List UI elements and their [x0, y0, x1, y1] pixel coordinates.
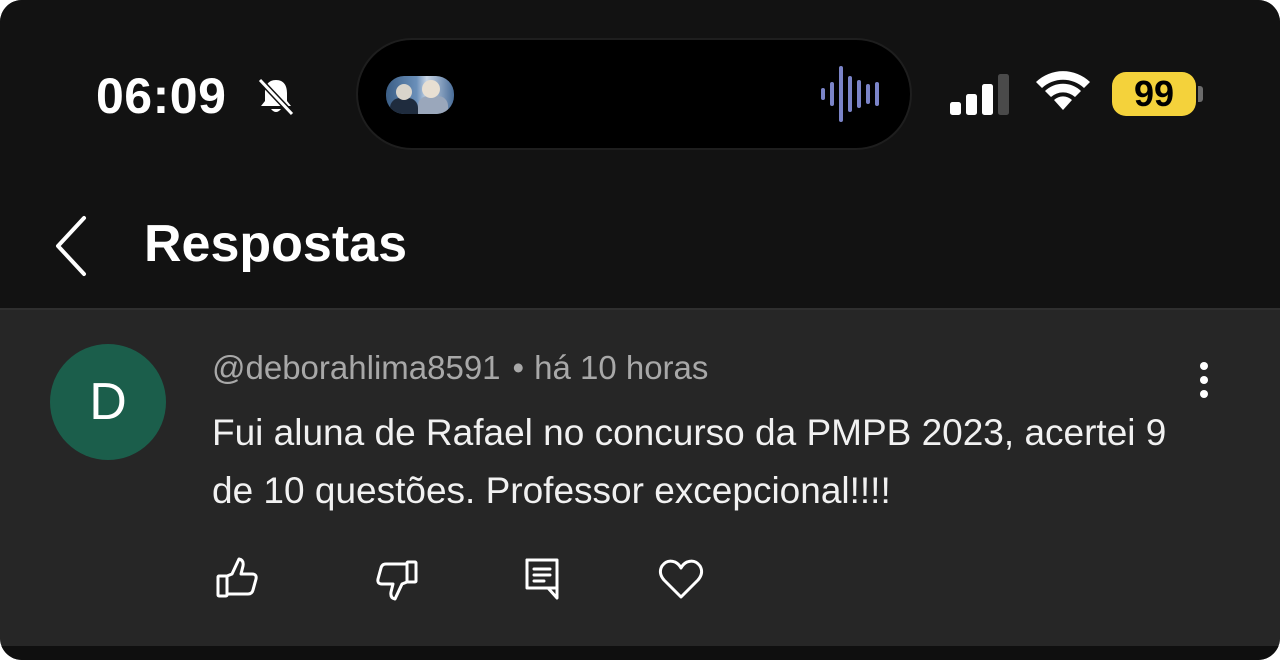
signal-icon — [950, 72, 1016, 116]
thumbs-up-icon — [212, 554, 262, 604]
reply-button[interactable] — [518, 554, 568, 604]
bell-slash-icon — [254, 74, 298, 118]
comment-meta: @deborahlima8591 • há 10 horas — [212, 348, 708, 388]
comment-actions — [0, 554, 1280, 614]
status-bar: 06:09 99 — [0, 0, 1280, 190]
thumbs-down-icon — [372, 554, 422, 604]
status-time: 06:09 — [96, 68, 227, 124]
wifi-icon — [1034, 70, 1092, 114]
chevron-left-icon — [44, 210, 104, 282]
back-button[interactable] — [44, 210, 104, 282]
meta-separator: • — [512, 349, 525, 386]
comment-time: há 10 horas — [534, 349, 709, 386]
now-playing-thumbnail[interactable] — [386, 76, 454, 114]
heart-button[interactable] — [656, 554, 706, 604]
comment-text: Fui aluna de Rafael no concurso da PMPB … — [212, 412, 1167, 511]
battery-icon: 99 — [1112, 72, 1196, 116]
more-vertical-icon — [1182, 352, 1226, 408]
waveform-icon — [818, 62, 884, 126]
phone-screen: 06:09 99 Respostas D @deborahlima8591 • … — [0, 0, 1280, 660]
comment-author[interactable]: @deborahlima8591 — [212, 349, 501, 386]
battery-cap — [1198, 86, 1203, 102]
comment-card: D @deborahlima8591 • há 10 horas Fui aluna… — [0, 308, 1280, 648]
dislike-button[interactable] — [372, 554, 422, 604]
more-options-button[interactable] — [1182, 352, 1226, 408]
page-title: Respostas — [144, 215, 407, 273]
reply-icon — [518, 554, 568, 604]
header: Respostas — [0, 190, 1280, 308]
bottom-divider — [0, 646, 1280, 660]
heart-icon — [656, 554, 706, 604]
avatar[interactable]: D — [50, 344, 166, 460]
like-button[interactable] — [212, 554, 262, 604]
